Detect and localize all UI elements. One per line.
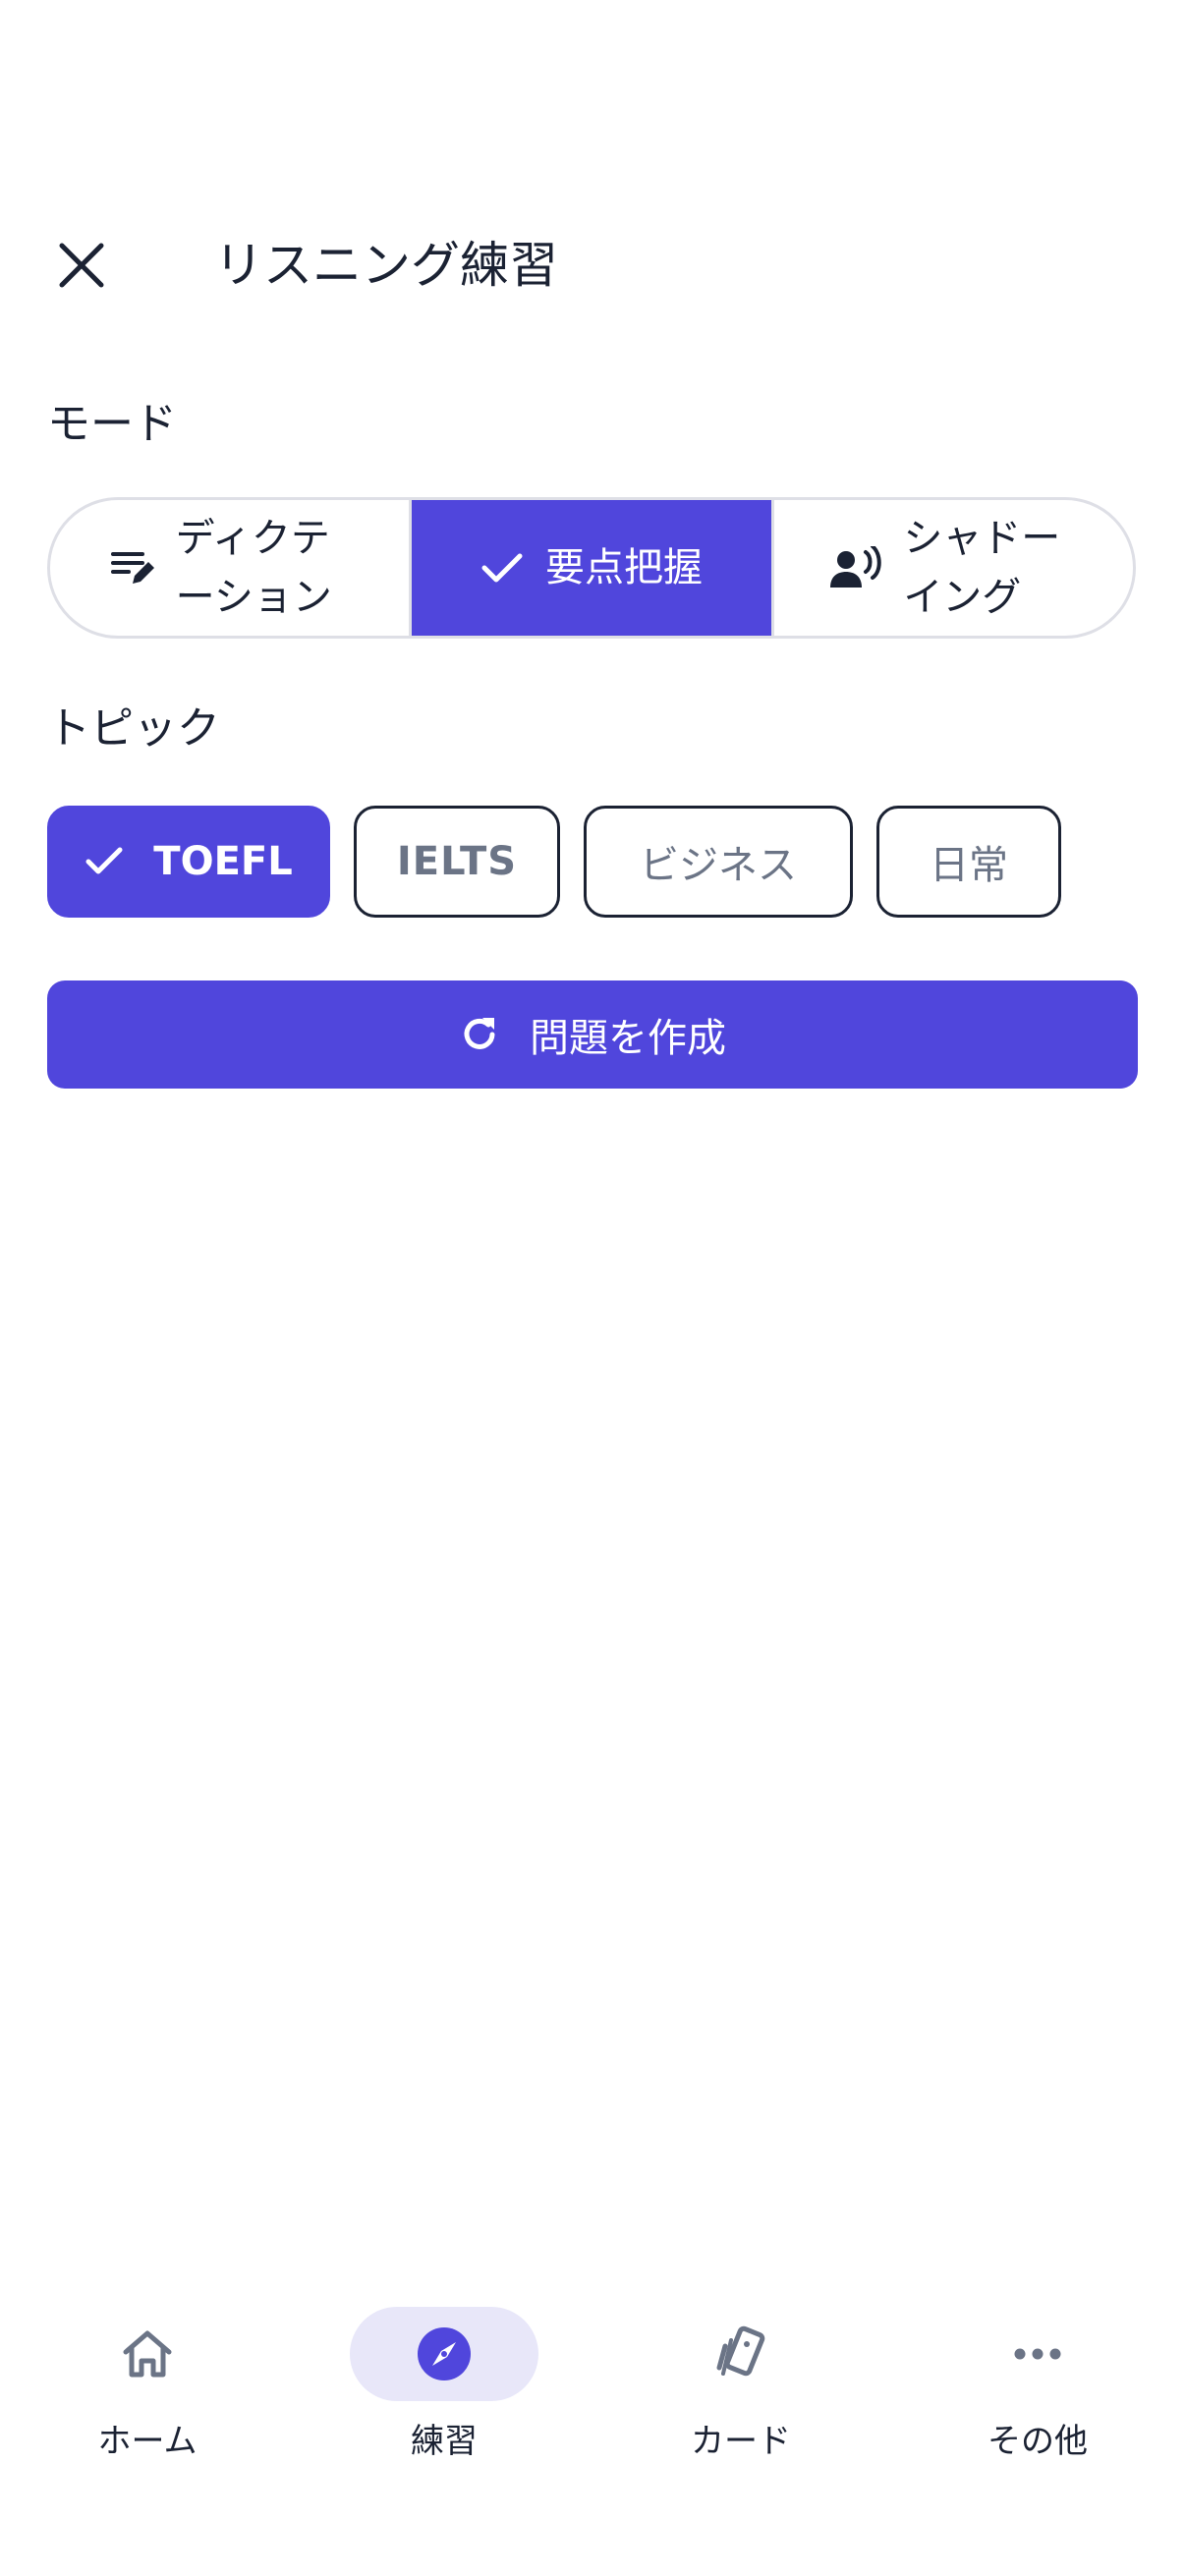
bottom-navigation: ホーム 練習 カード その他 (0, 2289, 1185, 2486)
nav-label: その他 (988, 2422, 1088, 2461)
close-icon (56, 240, 107, 291)
more-icon (1014, 2348, 1061, 2360)
nav-label: 練習 (411, 2422, 478, 2461)
nav-label: ホーム (97, 2422, 198, 2461)
nav-item-cards[interactable]: カード (593, 2289, 888, 2486)
generate-button-label: 問題を作成 (530, 1016, 726, 1061)
mode-option-label: 要点把握 (544, 545, 703, 590)
topic-chip-label: IELTS (396, 839, 518, 884)
topic-section-label: トピック (47, 703, 220, 754)
mode-section-label: モード (47, 399, 177, 449)
topic-chip-daily[interactable]: 日常 (876, 806, 1061, 918)
close-button[interactable] (37, 226, 126, 305)
topic-chip-label: TOEFL (153, 839, 293, 884)
mode-option-label: シャドーイング (903, 516, 1061, 620)
nav-item-practice[interactable]: 練習 (297, 2289, 592, 2486)
home-icon (121, 2328, 174, 2380)
nav-item-home[interactable]: ホーム (0, 2289, 295, 2486)
topic-chip-ielts[interactable]: IELTS (354, 806, 560, 918)
nav-item-more[interactable]: その他 (890, 2289, 1185, 2486)
nav-label: カード (691, 2422, 791, 2461)
mode-option-key-points[interactable]: 要点把握 (409, 500, 771, 636)
check-icon (480, 550, 524, 586)
top-app-bar: リスニング練習 (0, 196, 1185, 334)
mode-segmented-control: ディクテーション 要点把握 シャドーイング (47, 497, 1136, 639)
dictation-icon (110, 548, 154, 588)
speaking-person-icon (830, 546, 882, 589)
compass-icon (417, 2326, 472, 2381)
check-icon (85, 846, 124, 877)
topic-chip-label: 日常 (930, 843, 1008, 888)
cards-icon (711, 2324, 770, 2383)
generate-question-button[interactable]: 問題を作成 (47, 980, 1138, 1089)
topic-chip-toefl[interactable]: TOEFL (47, 806, 330, 918)
mode-option-label: ディクテーション (175, 516, 332, 620)
mode-option-shadowing[interactable]: シャドーイング (770, 500, 1133, 636)
refresh-icon (459, 1014, 500, 1055)
topic-chip-business[interactable]: ビジネス (584, 806, 853, 918)
mode-option-dictation[interactable]: ディクテーション (50, 500, 409, 636)
page-title: リスニング練習 (214, 237, 558, 294)
topic-chip-label: ビジネス (640, 843, 797, 888)
